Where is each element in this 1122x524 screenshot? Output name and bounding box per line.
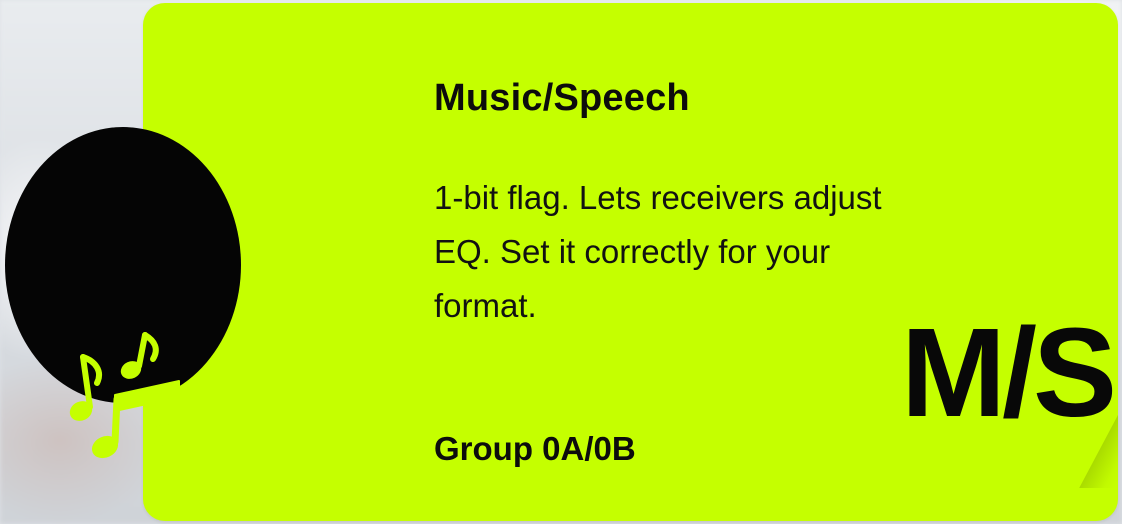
- card-code: M/S: [901, 302, 1117, 443]
- icon-badge: [5, 127, 241, 459]
- info-card: Music/Speech 1-bit flag. Lets receivers …: [143, 3, 1118, 521]
- card-group-label: Group 0A/0B: [434, 430, 636, 467]
- card-description: 1-bit flag. Lets receivers adjust EQ. Se…: [434, 179, 882, 324]
- card-title: Music/Speech: [434, 77, 690, 119]
- music-notes-icon: [69, 332, 181, 459]
